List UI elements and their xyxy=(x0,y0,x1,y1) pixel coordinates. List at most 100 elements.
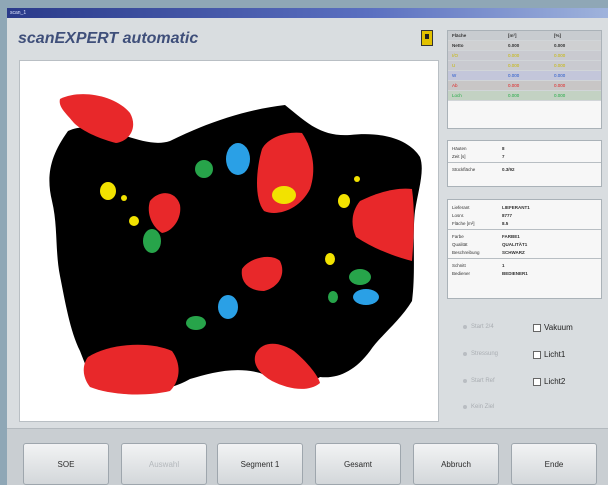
stats-row-netto: Netto 0.000 0.000 xyxy=(448,41,601,51)
window-titlebar[interactable]: scan_1 xyxy=(7,8,608,18)
stats-header-label: Fläche xyxy=(452,33,467,38)
stats-m2: 0.000 xyxy=(508,93,520,98)
ende-button[interactable]: Ende xyxy=(511,443,597,485)
detail-key: Fläche [m²] xyxy=(452,220,475,226)
radio-dot-icon xyxy=(463,352,467,356)
phone-icon[interactable] xyxy=(421,30,433,46)
zone-green-2 xyxy=(143,229,161,253)
detail-key: Lieferant xyxy=(452,204,470,210)
stats-pct: 0.000 xyxy=(554,93,566,98)
zone-blue-3 xyxy=(353,289,379,305)
soe-button[interactable]: SOE xyxy=(23,443,109,485)
zone-green-4 xyxy=(186,316,206,330)
summary-key: Zeit [s] xyxy=(452,153,466,159)
detail-key: Farbe xyxy=(452,233,464,239)
hide-scan-image xyxy=(49,94,422,395)
radio-label: Stressung xyxy=(471,351,499,357)
stats-label: Netto xyxy=(452,43,464,48)
detail-row: Qualität QUALITÄT1 xyxy=(448,240,601,248)
detail-value: QUALITÄT1 xyxy=(502,241,528,247)
summary-key: Stückfläche xyxy=(452,166,476,172)
detail-value: 8777 xyxy=(502,212,513,218)
detail-key: Bediener xyxy=(452,270,471,276)
stats-label: Ab xyxy=(452,83,458,88)
zone-yellow-2 xyxy=(272,186,296,204)
stats-header-pct: [%] xyxy=(554,33,561,38)
checkbox-label: Vakuum xyxy=(544,323,573,332)
radio-dot-icon xyxy=(463,405,467,409)
detail-value: SCHWARZ xyxy=(502,249,525,255)
detail-value: BEDIENER1 xyxy=(502,270,528,276)
zone-yellow-1 xyxy=(100,182,116,200)
gesamt-button[interactable]: Gesamt xyxy=(315,443,401,485)
stats-pct: 0.000 xyxy=(554,83,566,88)
summary-row: Stückfläche 0.3/92 xyxy=(448,165,601,173)
detail-key: Qualität xyxy=(452,241,468,247)
radio-label: Kein Ziel xyxy=(471,404,495,410)
stats-label: U xyxy=(452,63,456,68)
stats-row-ab: Ab 0.000 0.000 xyxy=(448,81,601,91)
checkbox-label: Licht2 xyxy=(544,377,566,386)
detail-value: LIEFERANT1 xyxy=(502,204,530,210)
detail-value: 8.5 xyxy=(502,220,509,226)
stats-pct: 0.000 xyxy=(554,73,566,78)
divider xyxy=(448,162,601,163)
stats-row-u: U 0.000 0.000 xyxy=(448,61,601,71)
detail-row: Beschreibung SCHWARZ xyxy=(448,248,601,256)
zone-yellow-5 xyxy=(325,253,335,265)
zone-yellow-4 xyxy=(129,216,139,226)
radio-option[interactable]: Start Ref xyxy=(463,378,495,384)
zone-yellow-6 xyxy=(354,176,360,182)
detail-value: FARBE1 xyxy=(502,233,520,239)
summary-key: Häuten xyxy=(452,145,467,151)
summary-value: 8 xyxy=(502,145,505,151)
detail-row: Lieferant LIEFERANT1 xyxy=(448,203,601,211)
stats-header-m2: [m²] xyxy=(508,33,517,38)
stats-pct: 0.000 xyxy=(554,43,566,48)
zone-yellow-3 xyxy=(338,194,350,208)
checkbox-licht1[interactable]: Licht1 xyxy=(533,350,565,359)
stats-pct: 0.000 xyxy=(554,53,566,58)
checkbox-label: Licht1 xyxy=(544,350,566,359)
checkbox-box[interactable] xyxy=(533,323,541,332)
abbruch-button[interactable]: Abbruch xyxy=(413,443,499,485)
radio-dot-icon xyxy=(463,325,467,329)
divider xyxy=(448,229,601,230)
area-stats-panel: Fläche [m²] [%] Netto 0.000 0.000 I/O 0.… xyxy=(447,30,602,129)
zone-green-5 xyxy=(328,291,338,303)
stats-pct: 0.000 xyxy=(554,63,566,68)
radio-label: Start 2/4 xyxy=(471,324,494,330)
options-area: Start 2/4 Stressung Start Ref Kein Ziel … xyxy=(447,308,600,423)
checkbox-box[interactable] xyxy=(533,350,541,359)
stats-row-loch: Loch 0.000 0.000 xyxy=(448,91,601,101)
zone-blue-2 xyxy=(218,295,238,319)
zone-red-bottomleft xyxy=(83,344,179,395)
checkbox-licht2[interactable]: Licht2 xyxy=(533,377,565,386)
stats-m2: 0.000 xyxy=(508,63,520,68)
details-panel: Lieferant LIEFERANT1 Losnr. 8777 Fläche … xyxy=(447,199,602,299)
radio-option[interactable]: Kein Ziel xyxy=(463,404,494,410)
detail-key: Losnr. xyxy=(452,212,465,218)
app-window: scan_1 scanEXPERT automatic Fläche [m²] … xyxy=(7,8,608,485)
auswahl-button[interactable]: Auswahl xyxy=(121,443,207,485)
detail-row: Bediener BEDIENER1 xyxy=(448,269,601,277)
zone-blue-1 xyxy=(226,143,250,175)
radio-option[interactable]: Stressung xyxy=(463,351,498,357)
detail-key: Schnitt xyxy=(452,262,466,268)
summary-row: Zeit [s] 7 xyxy=(448,152,601,160)
detail-row: Schnitt 1 xyxy=(448,261,601,269)
checkbox-vakuum[interactable]: Vakuum xyxy=(533,323,573,332)
zone-green-1 xyxy=(195,160,213,178)
stats-m2: 0.000 xyxy=(508,43,520,48)
stats-row-io: I/O 0.000 0.000 xyxy=(448,51,601,61)
summary-panel: Häuten 8 Zeit [s] 7 Stückfläche 0.3/92 xyxy=(447,140,602,187)
app-title: scanEXPERT automatic xyxy=(18,30,199,47)
checkbox-box[interactable] xyxy=(533,377,541,386)
detail-value: 1 xyxy=(502,262,505,268)
scan-canvas[interactable] xyxy=(19,60,439,422)
radio-option[interactable]: Start 2/4 xyxy=(463,324,494,330)
segment-button[interactable]: Segment 1 xyxy=(217,443,303,485)
summary-value: 7 xyxy=(502,153,505,159)
detail-row: Losnr. 8777 xyxy=(448,211,601,219)
button-bar: SOE Auswahl Segment 1 Gesamt Abbruch End… xyxy=(7,428,608,485)
